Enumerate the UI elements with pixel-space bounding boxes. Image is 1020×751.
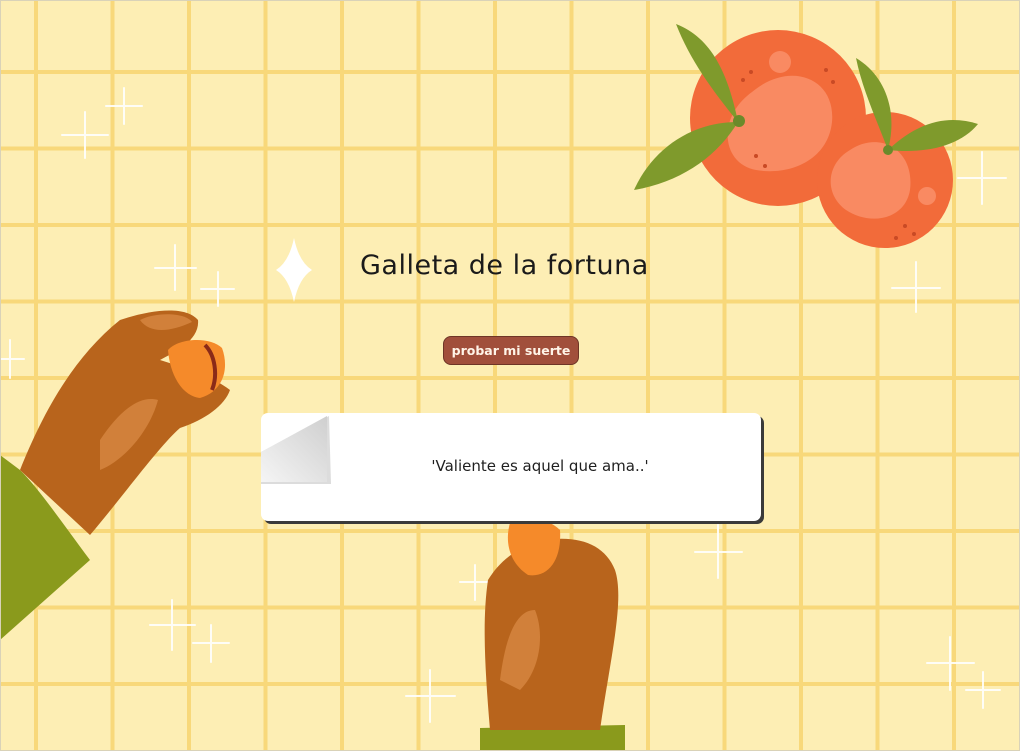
background-illustration — [0, 24, 1007, 751]
oranges-illustration — [634, 24, 978, 248]
page-title: Galleta de la fortuna — [360, 250, 649, 281]
hand-holding-cookie-left — [0, 310, 230, 640]
paper-curl-icon — [261, 416, 331, 484]
try-luck-button[interactable]: probar mi suerte — [443, 336, 579, 365]
fortune-message: 'Valiente es aquel que ama..' — [431, 457, 649, 475]
star-sparkle-icon — [276, 238, 312, 302]
hand-holding-cookie-bottom — [480, 518, 625, 751]
